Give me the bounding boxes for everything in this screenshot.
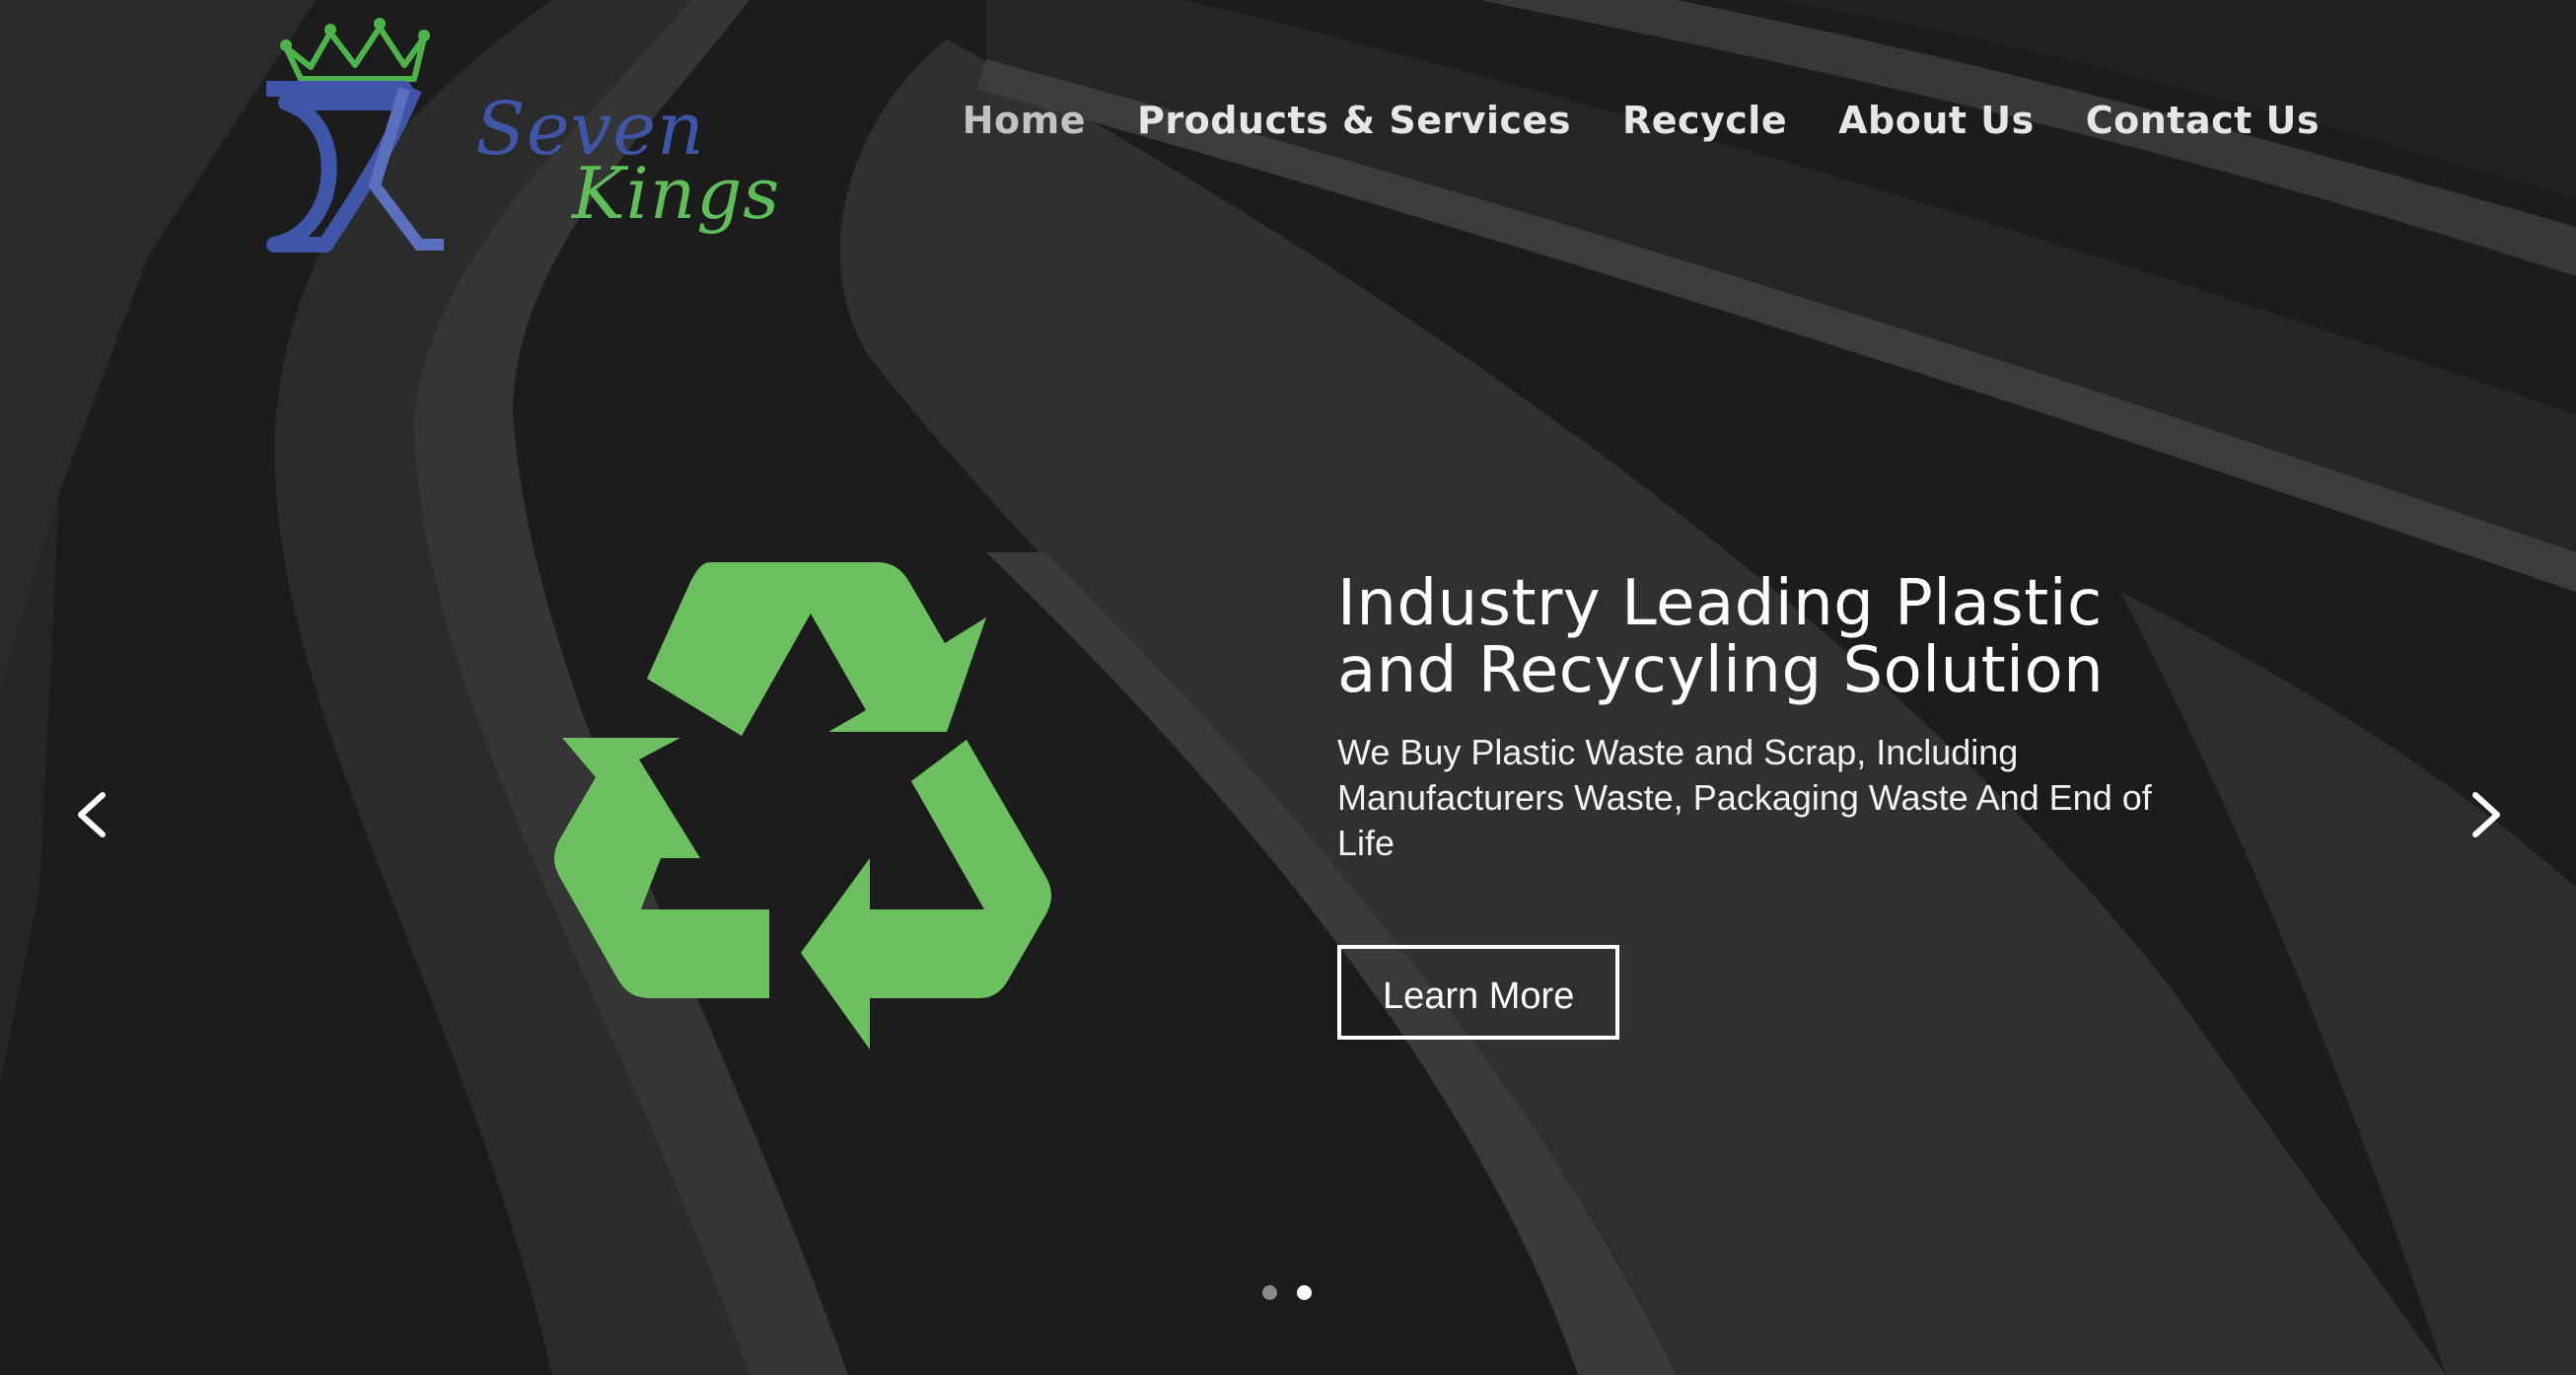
slider-dot-2[interactable] — [1297, 1285, 1312, 1300]
slide-subtext: We Buy Plastic Waste and Scrap, Includin… — [1337, 732, 2152, 863]
nav-item-about-us[interactable]: About Us — [1838, 99, 2035, 142]
learn-more-button[interactable]: Learn More — [1337, 945, 1620, 1040]
slider-next-button[interactable] — [2456, 785, 2515, 844]
crown-monogram-icon — [266, 18, 444, 253]
recycle-icon — [554, 562, 1051, 1049]
chevron-right-icon — [2472, 792, 2500, 837]
chevron-left-icon — [78, 792, 106, 837]
nav-item-contact-us[interactable]: Contact Us — [2086, 99, 2320, 142]
nav-item-home[interactable]: Home — [963, 99, 1086, 142]
slider-dot-1[interactable] — [1262, 1285, 1277, 1300]
slider-prev-button[interactable] — [63, 785, 122, 844]
slide-headline: Industry Leading Plastic and Recycyling … — [1337, 567, 2105, 707]
slider-pagination — [1262, 1285, 1312, 1300]
nav-item-recycle[interactable]: Recycle — [1622, 99, 1787, 142]
hero-slider: Seven Kings Home Products & Services Rec… — [0, 0, 2576, 1375]
main-navigation: Home Products & Services Recycle About U… — [963, 99, 2320, 142]
slide-caption: Industry Leading Plastic and Recycyling … — [1337, 570, 2225, 1040]
brand-name-kings: Kings — [572, 152, 781, 235]
brand-logo[interactable]: Seven Kings — [256, 8, 779, 254]
nav-item-products-services[interactable]: Products & Services — [1137, 99, 1571, 142]
